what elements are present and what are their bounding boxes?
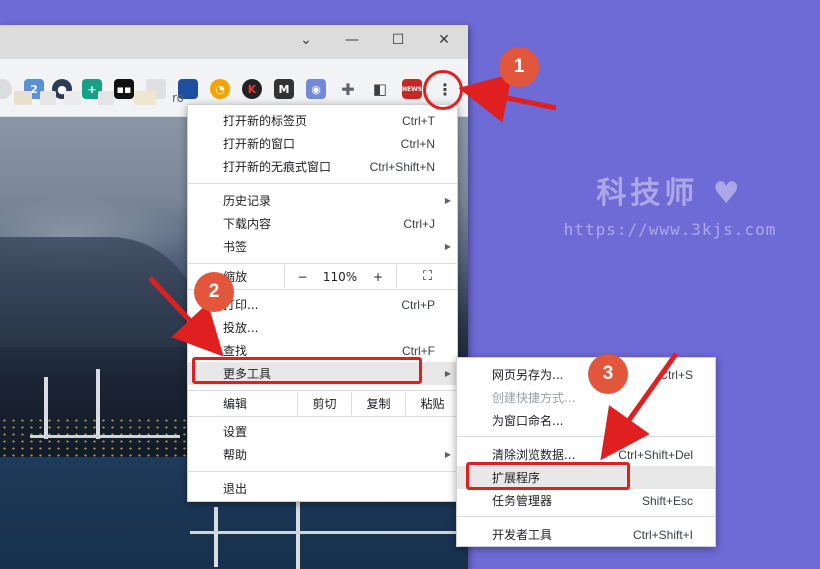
menu-separator — [188, 263, 457, 264]
minimize-button[interactable]: — — [330, 25, 374, 55]
url-fragment: ro — [172, 91, 185, 105]
menu-shortcut: Shift+Esc — [641, 493, 693, 508]
paste-button[interactable]: 粘贴 — [405, 392, 459, 415]
menu-separator — [188, 416, 457, 417]
bridge-tower — [96, 369, 100, 439]
menu-shortcut: Ctrl+N — [400, 136, 435, 151]
watermark-url: https://www.3kjs.com — [563, 220, 777, 239]
submenu-item-create-shortcut: 创建快捷方式... — [457, 386, 715, 409]
menu-separator — [457, 436, 715, 437]
menu-item-new-window[interactable]: 打开新的窗口 Ctrl+N — [188, 132, 457, 155]
menu-label: 清除浏览数据... — [492, 448, 576, 462]
close-button[interactable]: ✕ — [422, 25, 466, 55]
step-badge-3: 3 — [588, 354, 628, 394]
menu-label: 帮助 — [223, 448, 248, 462]
bookmark-item[interactable] — [64, 91, 82, 105]
submenu-item-save-page[interactable]: 网页另存为... Ctrl+S — [457, 363, 715, 386]
menu-shortcut: Ctrl+F — [402, 343, 435, 358]
menu-shortcut: Ctrl+Shift+N — [369, 159, 435, 174]
menu-label: 任务管理器 — [492, 494, 553, 508]
menu-label: 开发者工具 — [492, 528, 553, 542]
fullscreen-icon[interactable]: ⛶ — [396, 265, 458, 288]
submenu-arrow-icon: ▶ — [444, 369, 451, 378]
menu-item-edit: 编辑 剪切 复制 粘贴 — [188, 392, 457, 415]
submenu-arrow-icon: ▶ — [444, 450, 451, 459]
menu-label: 投放... — [223, 321, 259, 335]
highlight-box-extensions — [466, 462, 630, 490]
maximize-button[interactable]: ☐ — [376, 25, 420, 55]
menu-shortcut: Ctrl+T — [402, 113, 435, 128]
watermark-title: 科技师 ♥ — [596, 176, 744, 211]
cut-button[interactable]: 剪切 — [297, 392, 351, 415]
copy-button[interactable]: 复制 — [351, 392, 405, 415]
menu-label: 书签 — [223, 240, 248, 254]
highlight-circle-kebab — [423, 70, 463, 110]
menu-shortcut: Ctrl+Shift+Del — [618, 447, 693, 462]
bridge-deck — [30, 435, 180, 438]
menu-label: 设置 — [223, 425, 248, 439]
highlight-box-more-tools — [192, 357, 422, 384]
menu-item-exit[interactable]: 退出 — [188, 477, 457, 500]
menu-label: 历史记录 — [223, 194, 272, 208]
menu-shortcut: Ctrl+P — [401, 297, 435, 312]
submenu-arrow-icon: ▶ — [444, 242, 451, 251]
menu-item-bookmarks[interactable]: 书签 ▶ — [188, 235, 457, 258]
title-bar: ⌄ — ☐ ✕ — [0, 25, 468, 59]
hill-shape — [0, 237, 200, 347]
watermark: 科技师 ♥ https://www.3kjs.com — [560, 168, 780, 239]
arrow-to-kebab — [458, 73, 557, 123]
menu-separator — [188, 471, 457, 472]
menu-separator — [188, 390, 457, 391]
bookmark-item[interactable] — [134, 91, 156, 105]
step-badge-1: 1 — [499, 47, 539, 87]
menu-label: 网页另存为... — [492, 368, 564, 382]
menu-item-help[interactable]: 帮助 ▶ — [188, 443, 457, 466]
menu-item-new-tab[interactable]: 打开新的标签页 Ctrl+T — [188, 109, 457, 132]
menu-label: 退出 — [223, 482, 248, 496]
zoom-level: 110% — [322, 269, 358, 284]
menu-item-cast[interactable]: 投放... — [188, 316, 457, 339]
bridge-tower — [214, 507, 218, 567]
menu-item-downloads[interactable]: 下载内容 Ctrl+J — [188, 212, 457, 235]
bookmark-item[interactable] — [40, 91, 56, 105]
step-badge-2: 2 — [194, 272, 234, 312]
menu-separator — [188, 183, 457, 184]
submenu-arrow-icon: ▶ — [444, 196, 451, 205]
zoom-out-button[interactable]: − — [284, 265, 320, 288]
more-tools-submenu: 网页另存为... Ctrl+S 创建快捷方式... 为窗口命名... 清除浏览数… — [456, 357, 716, 547]
bookmark-item[interactable] — [14, 91, 32, 105]
menu-shortcut: Ctrl+J — [403, 216, 435, 231]
menu-label: 创建快捷方式... — [492, 391, 576, 405]
menu-label: 打开新的标签页 — [223, 114, 308, 128]
menu-label: 下载内容 — [223, 217, 272, 231]
menu-label: 编辑 — [223, 397, 248, 411]
submenu-item-task-manager[interactable]: 任务管理器 Shift+Esc — [457, 489, 715, 512]
heart-icon: ♥ — [712, 176, 744, 211]
menu-item-settings[interactable]: 设置 — [188, 420, 457, 443]
menu-shortcut: Ctrl+S — [659, 367, 693, 382]
submenu-item-name-window[interactable]: 为窗口命名... — [457, 409, 715, 432]
menu-label: 打开新的无痕式窗口 — [223, 160, 332, 174]
menu-item-incognito[interactable]: 打开新的无痕式窗口 Ctrl+Shift+N — [188, 155, 457, 178]
menu-item-history[interactable]: 历史记录 ▶ — [188, 189, 457, 212]
bridge-tower — [44, 377, 48, 439]
menu-label: 为窗口命名... — [492, 414, 564, 428]
menu-label: 打开新的窗口 — [223, 137, 296, 151]
menu-shortcut: Ctrl+Shift+I — [632, 527, 693, 542]
zoom-in-button[interactable]: + — [360, 265, 396, 288]
tab-search-icon[interactable]: ⌄ — [284, 25, 328, 55]
bridge-deck — [190, 531, 468, 534]
submenu-item-dev-tools[interactable]: 开发者工具 Ctrl+Shift+I — [457, 523, 715, 546]
bookmark-item[interactable] — [98, 91, 114, 105]
menu-separator — [457, 516, 715, 517]
